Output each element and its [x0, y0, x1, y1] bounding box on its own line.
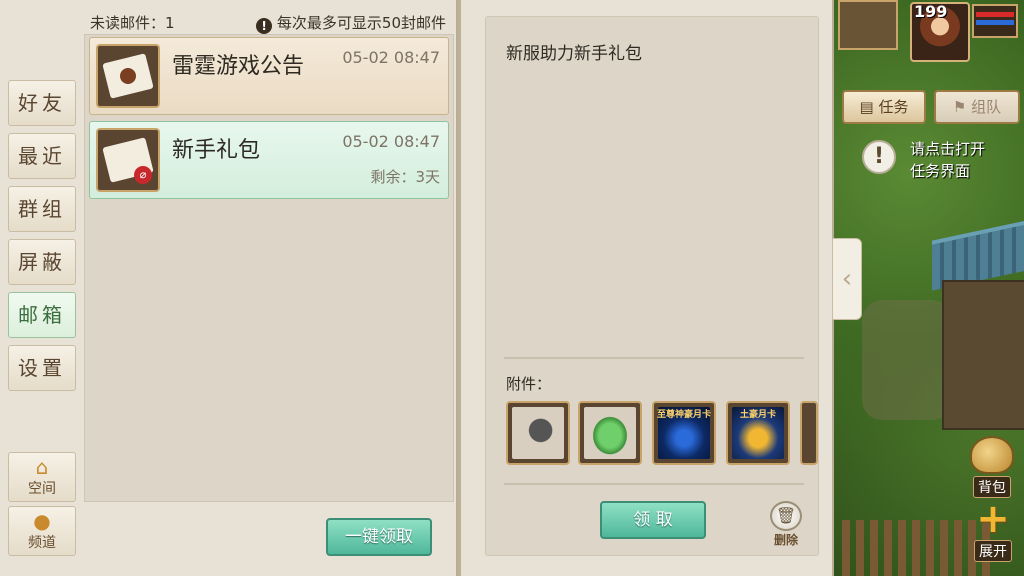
- divider: [504, 357, 804, 359]
- claim-all-button[interactable]: 一键领取: [326, 518, 432, 556]
- mail-title: 新手礼包: [172, 138, 261, 163]
- lotus-leaf-icon: [584, 407, 636, 459]
- tab-friends[interactable]: 好友: [8, 80, 76, 126]
- card-caption: 土豪月卡: [739, 410, 776, 420]
- expand-button[interactable]: + 展开: [966, 496, 1020, 562]
- mail-time: 05-02 08:47: [342, 132, 440, 151]
- ground-path: [862, 300, 952, 420]
- donkey-mount-icon: [512, 407, 564, 459]
- home-icon: ⌂: [35, 455, 49, 479]
- flag-icon: ⚑: [952, 98, 967, 116]
- info-icon[interactable]: !: [862, 140, 896, 174]
- mail-title: 雷霆游戏公告: [172, 54, 305, 79]
- claim-button[interactable]: 领 取: [600, 501, 706, 539]
- divider: [504, 483, 804, 485]
- mail-item-announcement[interactable]: 雷霆游戏公告 05-02 08:47: [89, 37, 449, 115]
- tab-settings[interactable]: 设置: [8, 345, 76, 391]
- plus-icon: +: [976, 496, 1010, 542]
- unread-count: 未读邮件：1: [90, 14, 175, 32]
- attachment-slot-overflow: [800, 401, 818, 465]
- attachment-slot-2[interactable]: [578, 401, 642, 465]
- mail-list: 雷霆游戏公告 05-02 08:47 ⌀ 新手礼包 05-02 08:47 剩余…: [84, 34, 454, 502]
- tab-blocked[interactable]: 屏蔽: [8, 239, 76, 285]
- quest-label: 任务: [878, 98, 909, 116]
- quest-button[interactable]: ▤ 任务: [842, 90, 926, 124]
- mail-time: 05-02 08:47: [342, 48, 440, 67]
- attachments-label: 附件：: [506, 375, 552, 393]
- tab-groups[interactable]: 群组: [8, 186, 76, 232]
- space-label: 空间: [28, 481, 56, 497]
- scroll-icon: ▤: [859, 98, 874, 116]
- bag-icon: [970, 436, 1014, 474]
- envelope-icon: [96, 44, 160, 108]
- mail-limit-notice: ! 每次最多可显示50封邮件: [256, 12, 446, 34]
- bag-label: 背包: [973, 476, 1011, 498]
- delete-label: 删除: [773, 533, 798, 547]
- channel-label: 频道: [28, 535, 56, 551]
- attachment-slot-1[interactable]: [506, 401, 570, 465]
- quest-tip: 请点击打开 任务界面: [910, 140, 986, 180]
- attachment-slot-3[interactable]: 至尊神豪月卡: [652, 401, 716, 465]
- mail-remaining-days: 剩余：3天: [370, 168, 440, 186]
- team-button[interactable]: ⚑ 组队: [934, 90, 1020, 124]
- trash-icon: 🗑: [770, 501, 802, 531]
- expand-label: 展开: [974, 540, 1012, 562]
- side-tabs: 好友 最近 群组 屏蔽 邮箱 设置: [8, 80, 76, 398]
- mp-bar: [976, 20, 1014, 25]
- tab-recent[interactable]: 最近: [8, 133, 76, 179]
- mail-limit-text: 每次最多可显示50封邮件: [276, 14, 446, 32]
- channel-button[interactable]: ● 频道: [8, 506, 76, 556]
- delete-button[interactable]: 🗑 删除: [768, 501, 804, 547]
- hp-bar: [976, 12, 1014, 17]
- building-wall: [942, 280, 1024, 430]
- attachment-slot-4[interactable]: 土豪月卡: [726, 401, 790, 465]
- chat-icon: ●: [33, 509, 51, 533]
- player-level: 199: [914, 2, 948, 21]
- bag-button[interactable]: 背包: [966, 436, 1018, 498]
- tab-mailbox[interactable]: 邮箱: [8, 292, 76, 338]
- mail-list-panel: 未读邮件：1 ! 每次最多可显示50封邮件 好友 最近 群组 屏蔽 邮箱 设置 …: [0, 0, 458, 576]
- letter-with-attachment-icon: ⌀: [96, 128, 160, 192]
- team-label: 组队: [971, 98, 1002, 116]
- card-caption: 至尊神豪月卡: [656, 410, 711, 420]
- mail-detail-box: 新服助力新手礼包 附件： 至尊神豪月卡 土豪月卡 领 取 🗑 删除: [485, 16, 819, 556]
- warning-icon: !: [256, 18, 273, 34]
- collapse-panel-button[interactable]: ‹: [832, 238, 862, 320]
- space-button[interactable]: ⌂ 空间: [8, 452, 76, 502]
- mail-detail-panel: 新服助力新手礼包 附件： 至尊神豪月卡 土豪月卡 领 取 🗑 删除: [458, 0, 834, 576]
- hp-mp-bars: [972, 4, 1018, 38]
- mail-detail-title: 新服助力新手礼包: [506, 44, 642, 64]
- mail-item-newbie-gift[interactable]: ⌀ 新手礼包 05-02 08:47 剩余：3天: [89, 121, 449, 199]
- hud-frame: [838, 0, 898, 50]
- paperclip-icon: ⌀: [134, 166, 152, 184]
- mail-header: 未读邮件：1 ! 每次最多可显示50封邮件: [90, 10, 446, 34]
